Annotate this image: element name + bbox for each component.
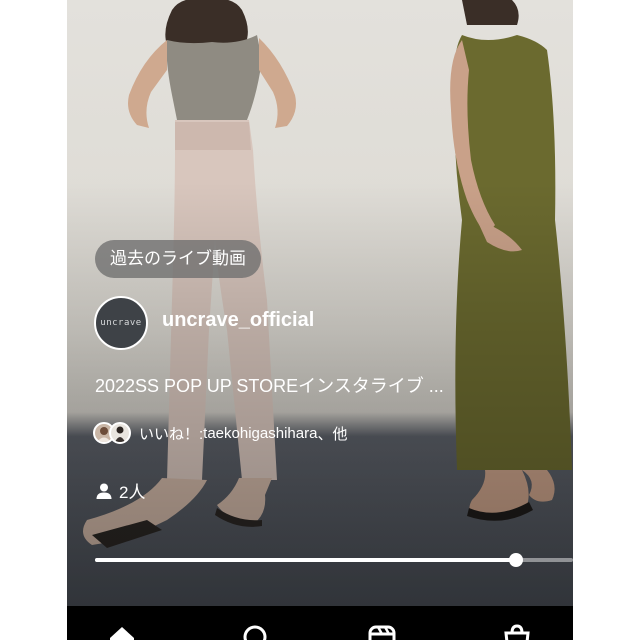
viewer-count-text: 2人 (119, 483, 146, 502)
left-margin (0, 0, 67, 640)
person-thumbnail-icon (115, 426, 125, 442)
avatar-logo-text: uncrave (100, 318, 142, 328)
past-live-badge: 過去のライブ動画 (95, 240, 261, 278)
liker-avatar-2 (109, 422, 131, 444)
search-icon[interactable] (242, 624, 272, 640)
live-title[interactable]: 2022SS POP UP STOREインスタライブ ... (95, 372, 555, 398)
progress-fill (95, 558, 516, 562)
likes-username[interactable]: taekohigashihara (203, 425, 317, 442)
video-shade-overlay (67, 0, 573, 606)
likes-row[interactable]: いいね！: taekohigashihara 、他 (93, 420, 347, 446)
reels-icon[interactable] (367, 624, 397, 640)
live-video-frame[interactable] (67, 0, 573, 606)
bottom-nav-bar (67, 606, 573, 640)
likes-others[interactable]: 、他 (317, 423, 347, 444)
video-progress-bar[interactable] (95, 553, 573, 567)
likes-label: いいね！: (139, 425, 204, 443)
account-username[interactable]: uncrave_official (162, 309, 314, 332)
shop-icon[interactable] (502, 624, 532, 640)
home-icon[interactable] (107, 624, 137, 640)
progress-scrubber-handle[interactable] (508, 553, 523, 567)
viewer-count: 2人 (95, 478, 145, 503)
account-avatar[interactable]: uncrave (94, 296, 148, 350)
person-icon (96, 483, 112, 499)
right-margin (573, 0, 640, 640)
